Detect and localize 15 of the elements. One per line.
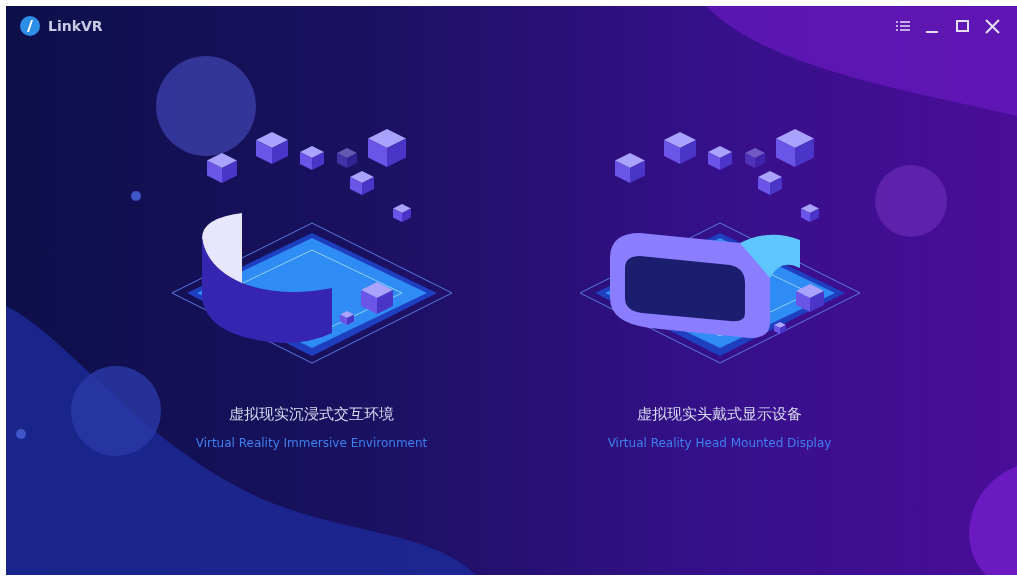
close-icon <box>984 18 1000 34</box>
option-subtitle: Virtual Reality Immersive Environment <box>195 434 428 452</box>
option-card[interactable]: 虚拟现实头戴式显示设备 Virtual Reality Head Mounted Display <box>569 128 870 452</box>
option-title: 虚拟现实头戴式显示设备 <box>637 404 802 425</box>
planet-drawing <box>875 165 947 237</box>
star-dot <box>16 429 26 439</box>
menu-icon <box>894 20 911 31</box>
logo-icon <box>20 16 40 36</box>
option-title: 虚拟现实沉浸式交互环境 <box>229 404 394 425</box>
app-title: LinkVR <box>48 16 103 36</box>
maximize-icon <box>955 19 969 32</box>
option-card[interactable]: 虚拟现实沉浸式交互环境 Virtual Reality Immersive Environment <box>161 128 462 452</box>
star-dot <box>131 191 141 201</box>
option-subtitle: Virtual Reality Head Mounted Display <box>607 434 832 452</box>
minimize-icon <box>924 30 939 33</box>
